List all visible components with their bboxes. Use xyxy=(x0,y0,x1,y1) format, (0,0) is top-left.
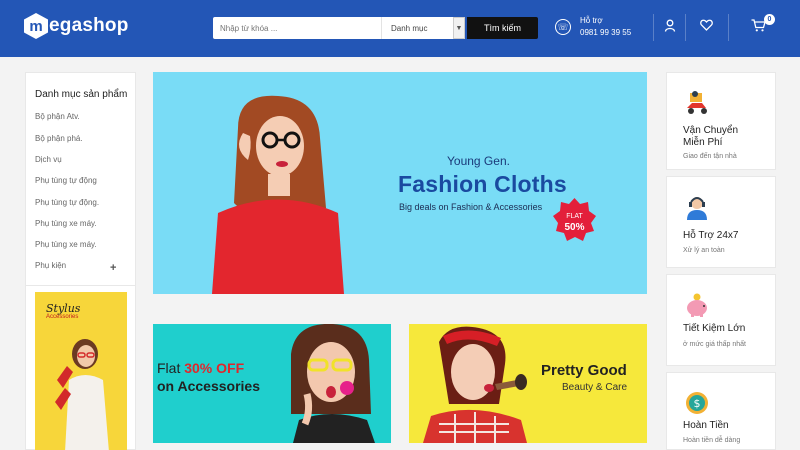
service-refund: $ Hoàn Tiền Hoàn tiền dễ dàng xyxy=(666,372,776,450)
phone-icon: ☏ xyxy=(555,19,571,35)
promo-right-description: Beauty & Care xyxy=(562,382,628,393)
support-phone: 0981 99 39 55 xyxy=(580,28,632,37)
service-title: Hỗ Trợ 24x7 xyxy=(683,230,739,241)
promo-right-model-photo xyxy=(423,326,527,443)
service-description: Hoàn tiền dễ dàng xyxy=(683,437,741,444)
service-title: Hoàn Tiền xyxy=(683,420,729,431)
header-divider xyxy=(728,14,729,41)
sidebar-banner-subtitle: Accessories xyxy=(46,314,79,320)
service-title: Tiết Kiệm Lớn xyxy=(683,323,746,334)
promo-left-model-photo xyxy=(291,324,375,443)
promo-left-prefix: Flat xyxy=(157,360,185,376)
search-button[interactable]: Tìm kiếm xyxy=(467,17,538,39)
category-select[interactable]: Danh mục xyxy=(381,17,453,39)
support-agent-icon xyxy=(687,197,707,220)
sidebar-item-accessories[interactable]: Phụ kiện xyxy=(35,261,66,270)
category-sidebar: Danh mục sản phẩm Bộ phận Atv. Bộ phận p… xyxy=(25,72,136,450)
sidebar-item-moto-parts[interactable]: Phụ tùng xe máy. xyxy=(35,219,97,228)
service-title-line1: Vận Chuyển xyxy=(683,125,739,136)
logo-mark: m xyxy=(24,13,48,39)
search-input[interactable] xyxy=(213,17,381,39)
search-bar: Danh mục ▼ Tìm kiếm xyxy=(213,17,538,39)
promo-left-line1: Flat 30% OFF xyxy=(157,360,244,376)
support-contact[interactable]: ☏ Hỗ trợ 0981 99 39 55 xyxy=(555,15,631,39)
support-info: Hỗ trợ 0981 99 39 55 xyxy=(580,15,631,39)
logo-text: egashop xyxy=(49,15,129,36)
sidebar-item-moto-parts-2[interactable]: Phụ tùng xe máy. xyxy=(35,240,97,249)
service-support-24x7: Hỗ Trợ 24x7 Xử lý an toàn xyxy=(666,176,776,268)
money-back-icon: $ xyxy=(686,392,708,414)
hero-description: Big deals on Fashion & Accessories xyxy=(399,202,543,212)
chevron-down-icon[interactable]: ▼ xyxy=(453,17,465,39)
flat-badge-label: FLAT xyxy=(566,213,583,220)
hero-banner[interactable]: FLAT 50% Young Gen. Fashion Cloths Big d… xyxy=(153,72,647,294)
sidebar-promo-banner[interactable]: Stylus Accessories xyxy=(35,292,127,450)
logo[interactable]: m egashop xyxy=(24,13,129,39)
sidebar-divider xyxy=(26,285,135,286)
service-title-line2: Miễn Phí xyxy=(683,137,723,148)
support-label: Hỗ trợ xyxy=(580,16,603,25)
sidebar-item-atv[interactable]: Bộ phận Atv. xyxy=(35,112,80,121)
service-free-shipping: Vận Chuyển Miễn Phí Giao đến tận nhà xyxy=(666,72,776,170)
service-title: Vận Chuyển Miễn Phí xyxy=(683,125,738,149)
service-description: Xử lý an toàn xyxy=(683,247,725,254)
promo-banner-accessories[interactable]: Flat 30% OFF on Accessories xyxy=(153,324,391,443)
header-divider xyxy=(685,14,686,41)
service-description: ở mức giá thấp nhất xyxy=(683,341,746,348)
sidebar-item-services[interactable]: Dịch vụ xyxy=(35,155,62,164)
piggy-bank-icon xyxy=(687,293,707,317)
sidebar-item-brakes[interactable]: Bộ phận phá. xyxy=(35,134,83,143)
promo-banner-beauty[interactable]: Pretty Good Beauty & Care xyxy=(409,324,647,443)
service-description: Giao đến tận nhà xyxy=(683,153,737,160)
sidebar-title: Danh mục sản phẩm xyxy=(35,89,128,100)
heart-icon[interactable] xyxy=(700,19,713,34)
hero-title: Fashion Cloths xyxy=(398,171,567,197)
promo-left-line2: on Accessories xyxy=(157,378,260,394)
promo-right-title: Pretty Good xyxy=(541,362,627,379)
sidebar-item-auto-parts[interactable]: Phụ tùng tự động xyxy=(35,176,97,185)
sidebar-item-auto-parts-2[interactable]: Phụ tùng tự động. xyxy=(35,198,99,207)
svg-text:$: $ xyxy=(694,397,701,410)
flat-badge-percent: 50% xyxy=(564,222,585,233)
expand-plus-icon[interactable]: + xyxy=(110,262,116,274)
hero-subtitle: Young Gen. xyxy=(447,154,510,168)
user-icon[interactable] xyxy=(664,19,676,35)
model-photo xyxy=(55,339,109,450)
promo-left-highlight: 30% OFF xyxy=(184,360,245,376)
header-divider xyxy=(653,14,654,41)
hero-model-photo xyxy=(212,95,344,294)
site-header: m egashop Danh mục ▼ Tìm kiếm ☏ Hỗ trợ 0… xyxy=(0,0,800,57)
cart-count-badge: 0 xyxy=(764,14,775,25)
service-big-savings: Tiết Kiệm Lớn ở mức giá thấp nhất xyxy=(666,274,776,366)
delivery-scooter-icon xyxy=(687,91,707,114)
